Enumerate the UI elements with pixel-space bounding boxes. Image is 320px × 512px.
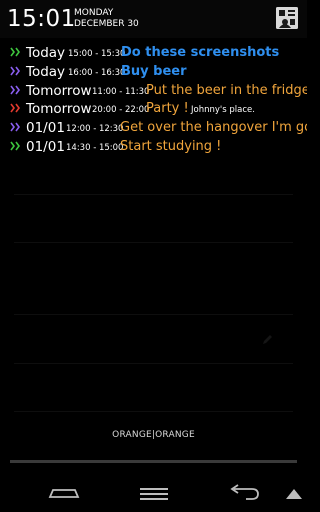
event-row[interactable]: Tomorrow 11:00 - 11:30 Put the beer in t… bbox=[0, 82, 307, 101]
event-title: Get over the hangover I'm go... bbox=[120, 120, 307, 136]
chevron-icon bbox=[10, 141, 20, 151]
chevron-icon bbox=[10, 122, 20, 132]
divider bbox=[14, 194, 293, 195]
event-time: 12:00 - 12:30 bbox=[66, 124, 124, 135]
event-time: 15:00 - 15:30 bbox=[68, 49, 126, 59]
weekday-label: MONDAY bbox=[74, 8, 114, 18]
event-day: 01/01 bbox=[26, 120, 65, 137]
recents-icon bbox=[48, 489, 80, 498]
event-title: Start studying ! bbox=[120, 138, 222, 154]
divider bbox=[14, 411, 293, 412]
event-time: 16:00 - 16:30 bbox=[68, 67, 126, 78]
date-label: DECEMBER 30 bbox=[74, 19, 139, 29]
chevron-icon bbox=[10, 103, 20, 113]
menu-icon bbox=[140, 488, 168, 500]
scrollbar[interactable] bbox=[10, 460, 297, 463]
event-list: Today 15:00 - 15:30 Do these screenshots… bbox=[0, 44, 307, 157]
divider bbox=[14, 363, 293, 364]
event-day: Today bbox=[26, 45, 66, 61]
theme-label: ORANGE|ORANGE bbox=[112, 430, 195, 440]
home-button[interactable] bbox=[282, 475, 307, 512]
event-title: Buy beer bbox=[121, 63, 187, 79]
background-settings-list bbox=[0, 158, 307, 458]
back-icon bbox=[230, 484, 259, 500]
widget-header: 15:01 MONDAY DECEMBER 30 bbox=[0, 0, 307, 38]
event-time: 14:30 - 15:00 bbox=[66, 142, 124, 153]
divider bbox=[14, 314, 293, 315]
recents-button[interactable] bbox=[39, 475, 89, 512]
event-row[interactable]: Today 16:00 - 16:30 Buy beer bbox=[0, 63, 307, 82]
settings-icon bbox=[276, 7, 298, 29]
chevron-icon bbox=[10, 85, 20, 95]
clock: 15:01 bbox=[7, 6, 76, 32]
event-day: Today bbox=[26, 63, 66, 80]
event-day: Tomorrow bbox=[26, 101, 92, 118]
event-title: Do these screenshots bbox=[121, 45, 280, 60]
event-note: Johnny's place. bbox=[191, 105, 255, 116]
event-day: 01/01 bbox=[26, 138, 65, 155]
event-time: 11:00 - 11:30 bbox=[92, 86, 150, 97]
event-row[interactable]: 01/01 14:30 - 15:00 Start studying ! bbox=[0, 138, 307, 157]
event-time: 20:00 - 22:00 bbox=[92, 105, 150, 116]
event-row[interactable]: Today 15:00 - 15:30 Do these screenshots bbox=[0, 44, 307, 63]
chevron-icon bbox=[10, 66, 20, 76]
divider bbox=[14, 242, 293, 243]
chevron-icon bbox=[10, 47, 20, 57]
event-title: Put the beer in the fridge. bbox=[146, 82, 307, 98]
event-row[interactable]: 01/01 12:00 - 12:30 Get over the hangove… bbox=[0, 119, 307, 138]
event-title: Party ! bbox=[146, 101, 189, 117]
settings-button[interactable] bbox=[275, 6, 299, 30]
pencil-icon bbox=[263, 335, 272, 344]
event-row[interactable]: Tomorrow 20:00 - 22:00 Party ! Johnny's … bbox=[0, 100, 307, 119]
menu-button[interactable] bbox=[129, 475, 179, 512]
navigation-bar bbox=[0, 475, 307, 512]
back-button[interactable] bbox=[218, 475, 268, 512]
event-day: Tomorrow bbox=[26, 82, 92, 99]
date-block: MONDAY DECEMBER 30 bbox=[74, 8, 139, 30]
home-icon bbox=[286, 489, 302, 499]
